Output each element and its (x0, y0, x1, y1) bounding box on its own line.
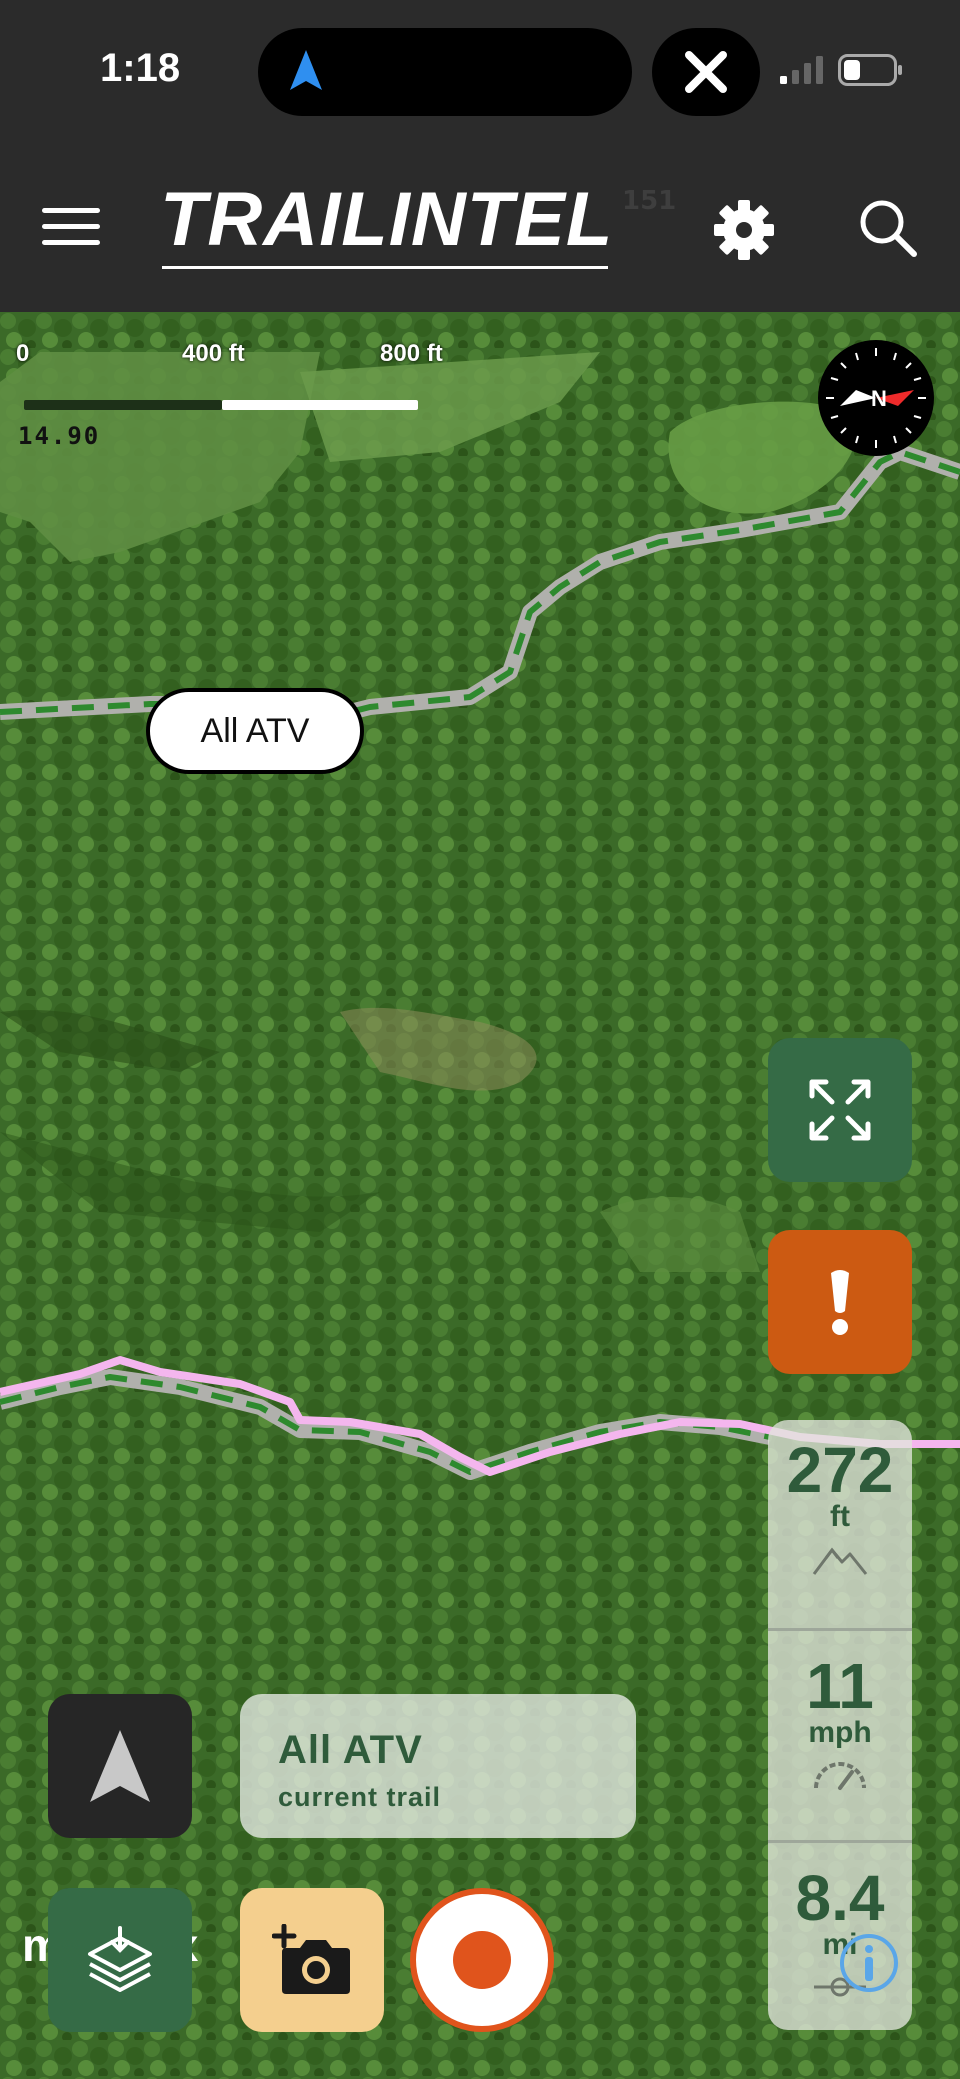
close-icon (685, 51, 727, 93)
elevation-unit: ft (830, 1500, 850, 1533)
app-logo: TRAILINTEL (160, 177, 614, 272)
scale-segment-dark (24, 400, 222, 410)
elevation-value: 272 (786, 1434, 894, 1506)
status-time: 1:18 (100, 46, 181, 90)
location-arrow-icon (290, 50, 322, 90)
recenter-location-button[interactable] (48, 1694, 192, 1838)
compass-north-label: N (871, 386, 887, 411)
report-alert-button[interactable] (768, 1230, 912, 1374)
menu-icon[interactable] (38, 200, 104, 252)
scale-label-zero: 0 (16, 340, 30, 367)
mountain-icon (812, 1547, 868, 1575)
expand-icon (809, 1079, 871, 1141)
version-number: 151 (622, 186, 677, 216)
info-icon[interactable] (838, 1932, 900, 1994)
gear-icon[interactable] (712, 198, 776, 262)
compass-button[interactable]: N (818, 340, 934, 456)
zoom-level: 14.90 (18, 422, 101, 450)
record-icon (453, 1931, 511, 1989)
logo-underline (162, 266, 608, 269)
stats-divider (768, 1840, 912, 1843)
add-photo-icon (272, 1924, 350, 1994)
status-bar: 1:18 (0, 0, 960, 140)
speed-value: 11 (806, 1650, 874, 1722)
speed-stat: 11 mph (768, 1654, 912, 1796)
scale-segment-light (222, 400, 418, 410)
trail-name-label[interactable]: All ATV (146, 688, 364, 774)
app-header: TRAILINTEL 151 (0, 140, 960, 312)
dynamic-island (258, 28, 632, 116)
map-view[interactable]: 0 400 ft 800 ft 14.90 N All ATV 272 ft 1… (0, 312, 960, 2079)
fullscreen-button[interactable] (768, 1038, 912, 1182)
layers-icon (88, 1926, 152, 1992)
scale-label-max: 800 ft (380, 340, 443, 367)
current-trail-subtitle: current trail (278, 1782, 442, 1812)
logo-text: TRAILINTEL (160, 177, 614, 262)
distance-value: 8.4 (795, 1862, 885, 1934)
signal-icon (780, 56, 823, 84)
current-trail-card[interactable]: All ATV current trail (240, 1694, 636, 1838)
scale-label-mid: 400 ft (182, 340, 245, 367)
add-photo-button[interactable] (240, 1888, 384, 2032)
battery-icon (838, 54, 902, 86)
speedometer-icon (814, 1762, 866, 1790)
map-layers-button[interactable] (48, 1888, 192, 2032)
exclamation-icon (831, 1270, 849, 1335)
scale-bar: 0 400 ft 800 ft 14.90 (16, 340, 476, 450)
search-icon[interactable] (856, 196, 920, 260)
record-track-button[interactable] (410, 1888, 554, 2032)
close-live-activity-button[interactable] (652, 28, 760, 116)
navigation-arrow-icon (90, 1730, 150, 1802)
current-trail-name: All ATV (278, 1728, 423, 1772)
speed-unit: mph (808, 1716, 872, 1749)
stats-divider (768, 1628, 912, 1631)
elevation-stat: 272 ft (768, 1438, 912, 1580)
compass-icon: N (826, 348, 926, 448)
